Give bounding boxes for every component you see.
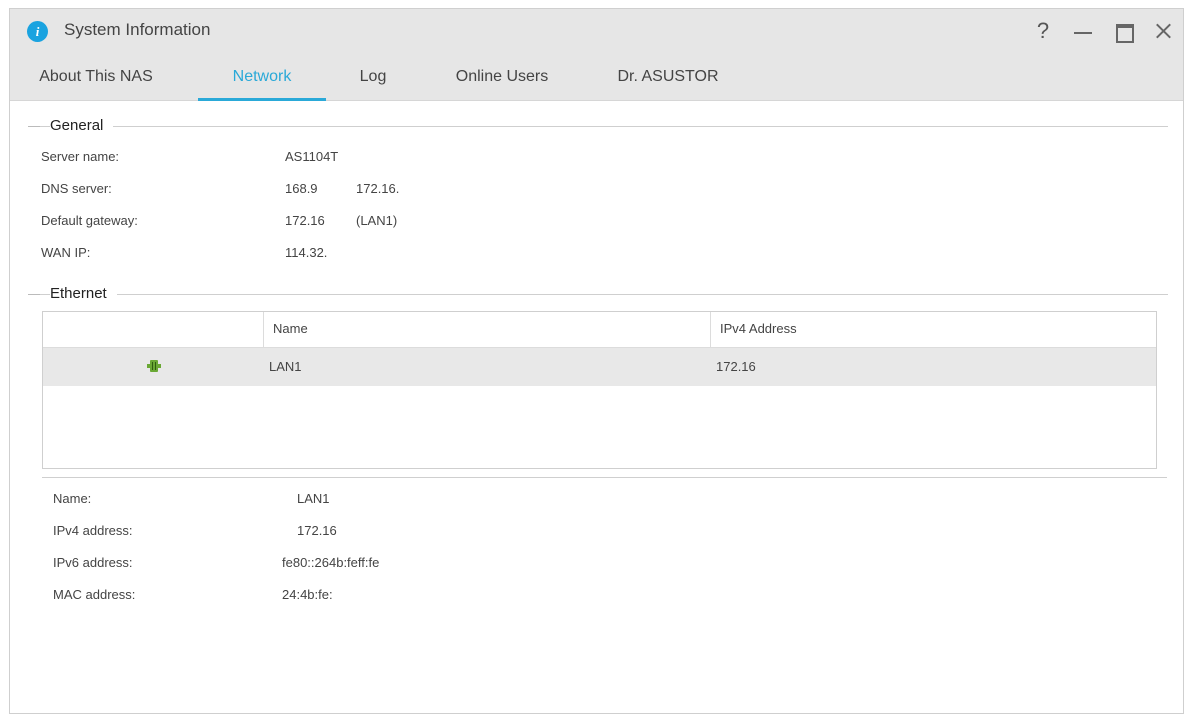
server-name-value: AS1104T (285, 149, 339, 164)
wan-ip-value: 114.32. (285, 245, 328, 260)
section-divider (28, 294, 1168, 295)
section-title: Ethernet (50, 285, 117, 302)
window-title: System Information (64, 20, 211, 39)
tab-dr-asustor[interactable]: Dr. ASUSTOR (608, 59, 728, 101)
tab-log[interactable]: Log (348, 59, 398, 101)
wan-ip-label: WAN IP: (41, 245, 91, 260)
detail-ipv6-label: IPv6 address: (53, 555, 133, 570)
default-gateway-interface: (LAN1) (356, 213, 398, 228)
dns-server-value-1: 168.9 (285, 181, 318, 196)
system-information-window: i System Information ? About This NAS Ne… (9, 8, 1184, 714)
row-name: LAN1 (269, 359, 302, 374)
close-icon[interactable] (1148, 17, 1178, 45)
table-header: Name IPv4 Address (43, 312, 1156, 348)
column-header-name[interactable]: Name (273, 321, 308, 336)
detail-ipv4-value: 172.16 (297, 523, 337, 538)
ethernet-table: Name IPv4 Address LAN1 172.16 (42, 311, 1157, 469)
detail-mac-label: MAC address: (53, 587, 136, 602)
details-divider (42, 477, 1167, 478)
dns-server-value-2: 172.16. (356, 181, 400, 196)
detail-name-value: LAN1 (297, 491, 330, 506)
minimize-icon[interactable] (1068, 17, 1098, 45)
table-row[interactable]: LAN1 172.16 (43, 348, 1156, 386)
tab-network[interactable]: Network (198, 59, 326, 101)
row-ipv4: 172.16 (716, 359, 756, 374)
dns-server-label: DNS server: (41, 181, 112, 196)
maximize-icon[interactable] (1108, 17, 1138, 45)
detail-ipv4-label: IPv4 address: (53, 523, 133, 538)
ethernet-port-icon (147, 360, 161, 372)
title-bar: i System Information ? About This NAS Ne… (10, 9, 1183, 101)
detail-name-label: Name: (53, 491, 92, 506)
help-icon[interactable]: ? (1028, 17, 1058, 45)
section-divider (28, 126, 1168, 127)
detail-mac-value: 24:4b:fe: (282, 587, 333, 602)
section-title: General (50, 117, 114, 134)
default-gateway-label: Default gateway: (41, 213, 138, 228)
tab-bar: About This NAS Network Log Online Users … (10, 59, 1183, 101)
tab-about-this-nas[interactable]: About This NAS (26, 59, 166, 101)
info-icon: i (27, 21, 48, 42)
default-gateway-value: 172.16 (285, 213, 325, 228)
column-header-ipv4[interactable]: IPv4 Address (720, 321, 797, 336)
detail-ipv6-value: fe80::264b:feff:fe (282, 555, 380, 570)
tab-online-users[interactable]: Online Users (446, 59, 558, 101)
ethernet-section-header: Ethernet (28, 285, 1168, 305)
server-name-label: Server name: (41, 149, 120, 164)
general-section-header: General (28, 117, 1168, 137)
